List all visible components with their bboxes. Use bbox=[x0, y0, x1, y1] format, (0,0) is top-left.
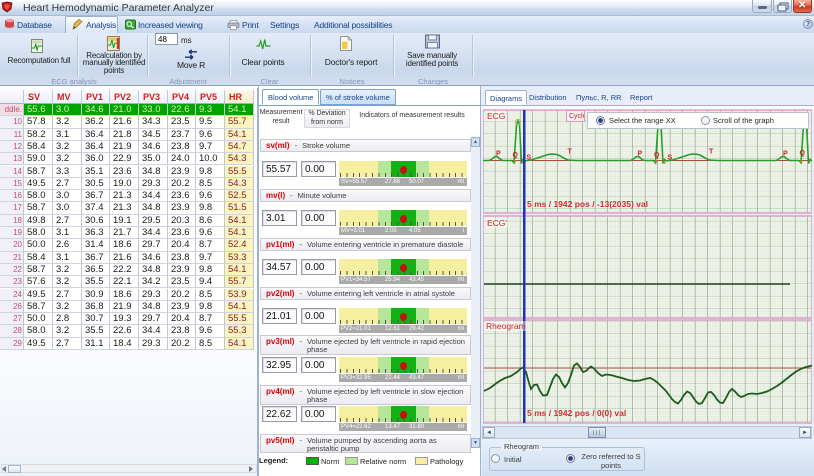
svg-text:P: P bbox=[496, 151, 501, 158]
svg-text:S: S bbox=[668, 155, 673, 162]
svg-text:T: T bbox=[709, 149, 714, 156]
svg-text:S: S bbox=[527, 155, 532, 162]
svg-text:5 ms / 1942 pos / 0(0) val: 5 ms / 1942 pos / 0(0) val bbox=[527, 408, 626, 418]
svg-text:Q: Q bbox=[654, 152, 660, 159]
svg-text:Q: Q bbox=[513, 152, 519, 159]
svg-text:Q: Q bbox=[800, 150, 806, 157]
svg-text:P: P bbox=[783, 151, 788, 158]
svg-text:P: P bbox=[638, 151, 643, 158]
svg-text:T: T bbox=[568, 149, 573, 156]
svg-text:5 ms / 1942 pos / -13(2035) va: 5 ms / 1942 pos / -13(2035) val bbox=[527, 199, 648, 209]
